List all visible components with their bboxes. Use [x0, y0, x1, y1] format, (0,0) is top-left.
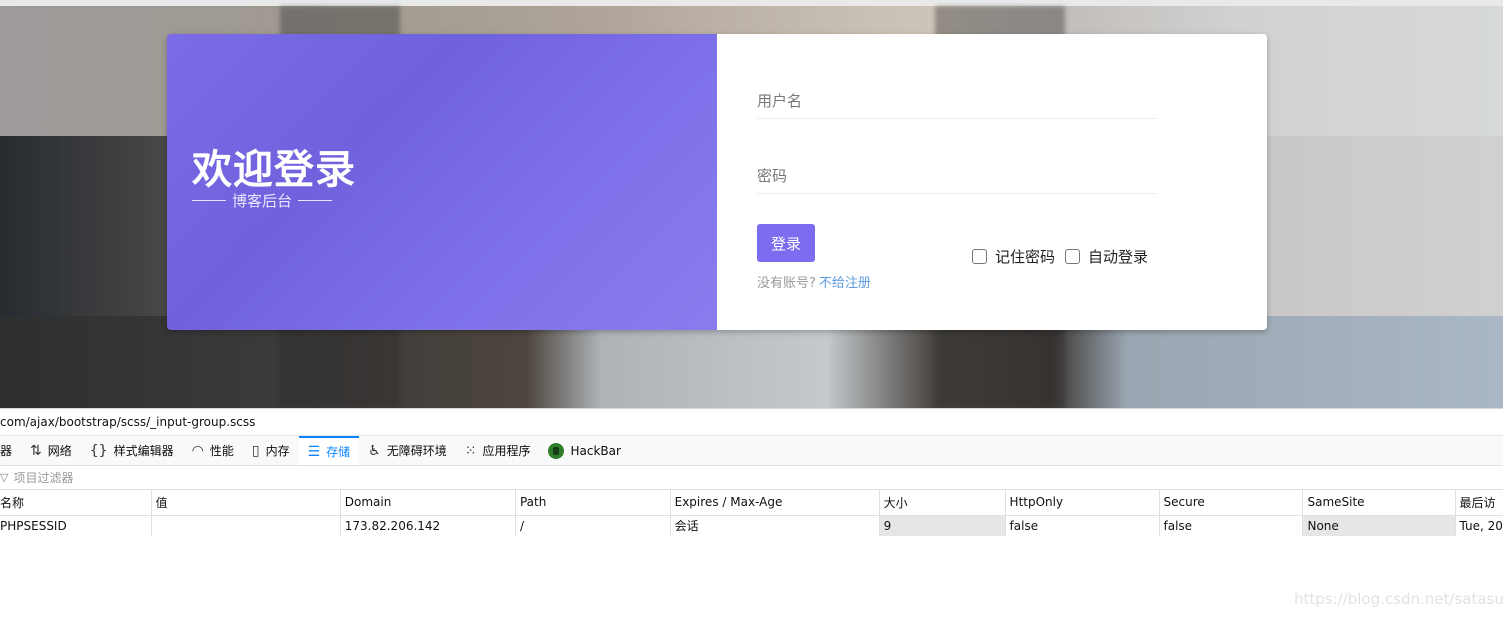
tab-storage[interactable]: ☰ 存储	[298, 436, 360, 465]
table-cell[interactable]	[151, 515, 341, 536]
password-field-wrapper	[757, 159, 1157, 194]
tab-label: 存储	[326, 445, 351, 459]
divider	[298, 200, 333, 201]
column-header[interactable]: Path	[515, 490, 671, 516]
remember-password-label: 记住密码	[995, 248, 1056, 266]
column-header[interactable]: Domain	[340, 490, 516, 516]
table-cell[interactable]: PHPSESSID	[0, 515, 152, 536]
table-cell[interactable]: Tue, 20	[1455, 515, 1503, 536]
login-button[interactable]: 登录	[757, 224, 815, 262]
auto-login-checkbox[interactable]	[1065, 249, 1081, 264]
tab-network[interactable]: ⇅ 网络	[21, 436, 81, 465]
tab-memory[interactable]: ▯ 内存	[243, 436, 299, 465]
login-form: 登录 没有账号?不给注册 记住密码 自动登录	[717, 34, 1267, 330]
table-cell[interactable]: false	[1159, 515, 1304, 536]
tab-label: HackBar	[570, 443, 621, 458]
tab-application[interactable]: ⁙ 应用程序	[456, 436, 540, 465]
filter-icon: ▽	[0, 471, 9, 484]
performance-icon: ◠	[191, 442, 204, 459]
auto-login-label: 自动登录	[1088, 248, 1149, 266]
welcome-title: 欢迎登录	[192, 147, 356, 193]
tab-label: 无障碍环境	[386, 444, 447, 458]
storage-icon: ☰	[307, 443, 321, 460]
tab-label: 性能	[209, 444, 234, 458]
url-text: com/ajax/bootstrap/scss/_input-group.scs…	[0, 415, 256, 429]
register-link[interactable]: 不给注册	[819, 276, 871, 291]
username-input[interactable]	[757, 84, 1157, 118]
tab-label: 内存	[265, 444, 290, 458]
column-header[interactable]: Secure	[1159, 490, 1304, 516]
tab-label: 应用程序	[482, 444, 531, 458]
column-header[interactable]: 最后访	[1455, 490, 1503, 516]
welcome-subtitle: 博客后台	[192, 190, 333, 211]
username-field-wrapper	[757, 84, 1157, 119]
register-prompt: 没有账号? 不给注册	[757, 272, 871, 291]
no-account-text: 没有账号?	[757, 276, 816, 291]
table-cell[interactable]: /	[515, 515, 671, 536]
devtools-url-bar: com/ajax/bootstrap/scss/_input-group.scs…	[0, 408, 1503, 436]
subtitle-text: 博客后台	[232, 192, 293, 210]
accessibility-icon: ♿	[368, 442, 381, 459]
hackbar-icon	[548, 442, 565, 459]
style-editor-icon: {}	[89, 442, 108, 459]
welcome-panel: 欢迎登录 博客后台	[167, 34, 717, 330]
tab-accessibility[interactable]: ♿ 无障碍环境	[359, 436, 456, 465]
tab-label: 器	[0, 444, 13, 458]
tab-style-editor[interactable]: {} 样式编辑器	[81, 436, 183, 465]
storage-filter-bar[interactable]: ▽ 项目过滤器	[0, 466, 1503, 490]
tab-label: 样式编辑器	[113, 444, 174, 458]
column-header[interactable]: 值	[151, 490, 341, 516]
memory-icon: ▯	[251, 442, 260, 459]
divider	[192, 200, 226, 201]
watermark: https://blog.csdn.net/satasun	[1294, 590, 1503, 608]
tab-performance[interactable]: ◠ 性能	[183, 436, 243, 465]
tab-inspector[interactable]: 器	[0, 436, 21, 465]
remember-password-option[interactable]: 记住密码	[972, 246, 1055, 267]
auto-login-option[interactable]: 自动登录	[1065, 246, 1148, 267]
table-cell[interactable]: 9	[879, 515, 1006, 536]
tab-label: 网络	[47, 444, 72, 458]
column-header[interactable]: SameSite	[1302, 490, 1456, 516]
devtools-toolbar: 器 ⇅ 网络 {} 样式编辑器 ◠ 性能 ▯ 内存 ☰ 存储 ♿ 无障碍环境 ⁙…	[0, 436, 1503, 466]
tab-hackbar[interactable]: HackBar	[539, 436, 629, 465]
column-header[interactable]: 名称	[0, 490, 152, 516]
application-icon: ⁙	[464, 442, 477, 459]
column-header[interactable]: HttpOnly	[1005, 490, 1160, 516]
table-cell[interactable]: 会话	[670, 515, 880, 536]
column-header[interactable]: 大小	[879, 490, 1006, 516]
cookies-table: 名称 值 Domain Path Expires / Max-Age 大小 Ht…	[0, 490, 1503, 536]
column-header[interactable]: Expires / Max-Age	[670, 490, 880, 516]
filter-placeholder: 项目过滤器	[13, 471, 74, 485]
table-cell[interactable]: None	[1302, 515, 1456, 536]
table-row[interactable]: PHPSESSID 173.82.206.142 / 会话 9 false fa…	[0, 515, 1503, 536]
login-options: 记住密码 自动登录	[972, 246, 1158, 267]
password-input[interactable]	[757, 159, 1157, 193]
login-card: 欢迎登录 博客后台 登录 没有账号?不给注册 记住密码	[167, 34, 1267, 330]
network-icon: ⇅	[30, 442, 42, 459]
table-header-row: 名称 值 Domain Path Expires / Max-Age 大小 Ht…	[0, 490, 1503, 516]
table-cell[interactable]: 173.82.206.142	[340, 515, 516, 536]
page-viewport: 欢迎登录 博客后台 登录 没有账号?不给注册 记住密码	[0, 0, 1503, 408]
remember-password-checkbox[interactable]	[972, 249, 987, 264]
table-cell[interactable]: false	[1005, 515, 1160, 536]
